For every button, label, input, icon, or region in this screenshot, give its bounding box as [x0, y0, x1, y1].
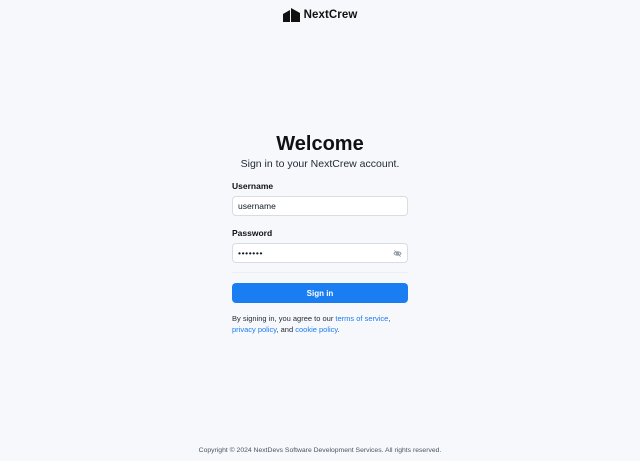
- username-input[interactable]: [233, 197, 407, 215]
- terms-of-service-link[interactable]: terms of service: [335, 314, 388, 323]
- form-divider: [232, 272, 408, 273]
- legal-prefix: By signing in, you agree to our: [232, 314, 336, 323]
- legal-notice: By signing in, you agree to our terms of…: [232, 313, 408, 335]
- login-page: NextCrew Welcome Sign in to your NextCre…: [0, 0, 640, 461]
- password-input[interactable]: [233, 244, 407, 262]
- brand-name: NextCrew: [303, 9, 358, 21]
- footer-copyright: Copyright © 2024 NextDevs Software Devel…: [198, 447, 442, 454]
- sign-in-button[interactable]: Sign in: [232, 283, 408, 303]
- cookie-policy-link[interactable]: cookie policy: [295, 325, 337, 334]
- brand-header[interactable]: NextCrew: [0, 6, 640, 24]
- login-form: Welcome Sign in to your NextCrew account…: [232, 133, 408, 335]
- page-title: Welcome: [276, 133, 364, 155]
- password-label: Password: [232, 228, 273, 238]
- legal-suffix: .: [337, 325, 340, 334]
- nextcrew-logo-icon: [282, 8, 300, 22]
- legal-separator-1: ,: [388, 314, 391, 323]
- legal-separator-2: , and: [276, 325, 296, 334]
- eye-slash-icon[interactable]: [393, 249, 402, 258]
- page-subtitle: Sign in to your NextCrew account.: [240, 158, 400, 170]
- username-label: Username: [232, 181, 274, 191]
- privacy-policy-link[interactable]: privacy policy: [232, 325, 276, 334]
- username-field-wrapper: [232, 196, 408, 216]
- password-field-wrapper: [232, 243, 408, 263]
